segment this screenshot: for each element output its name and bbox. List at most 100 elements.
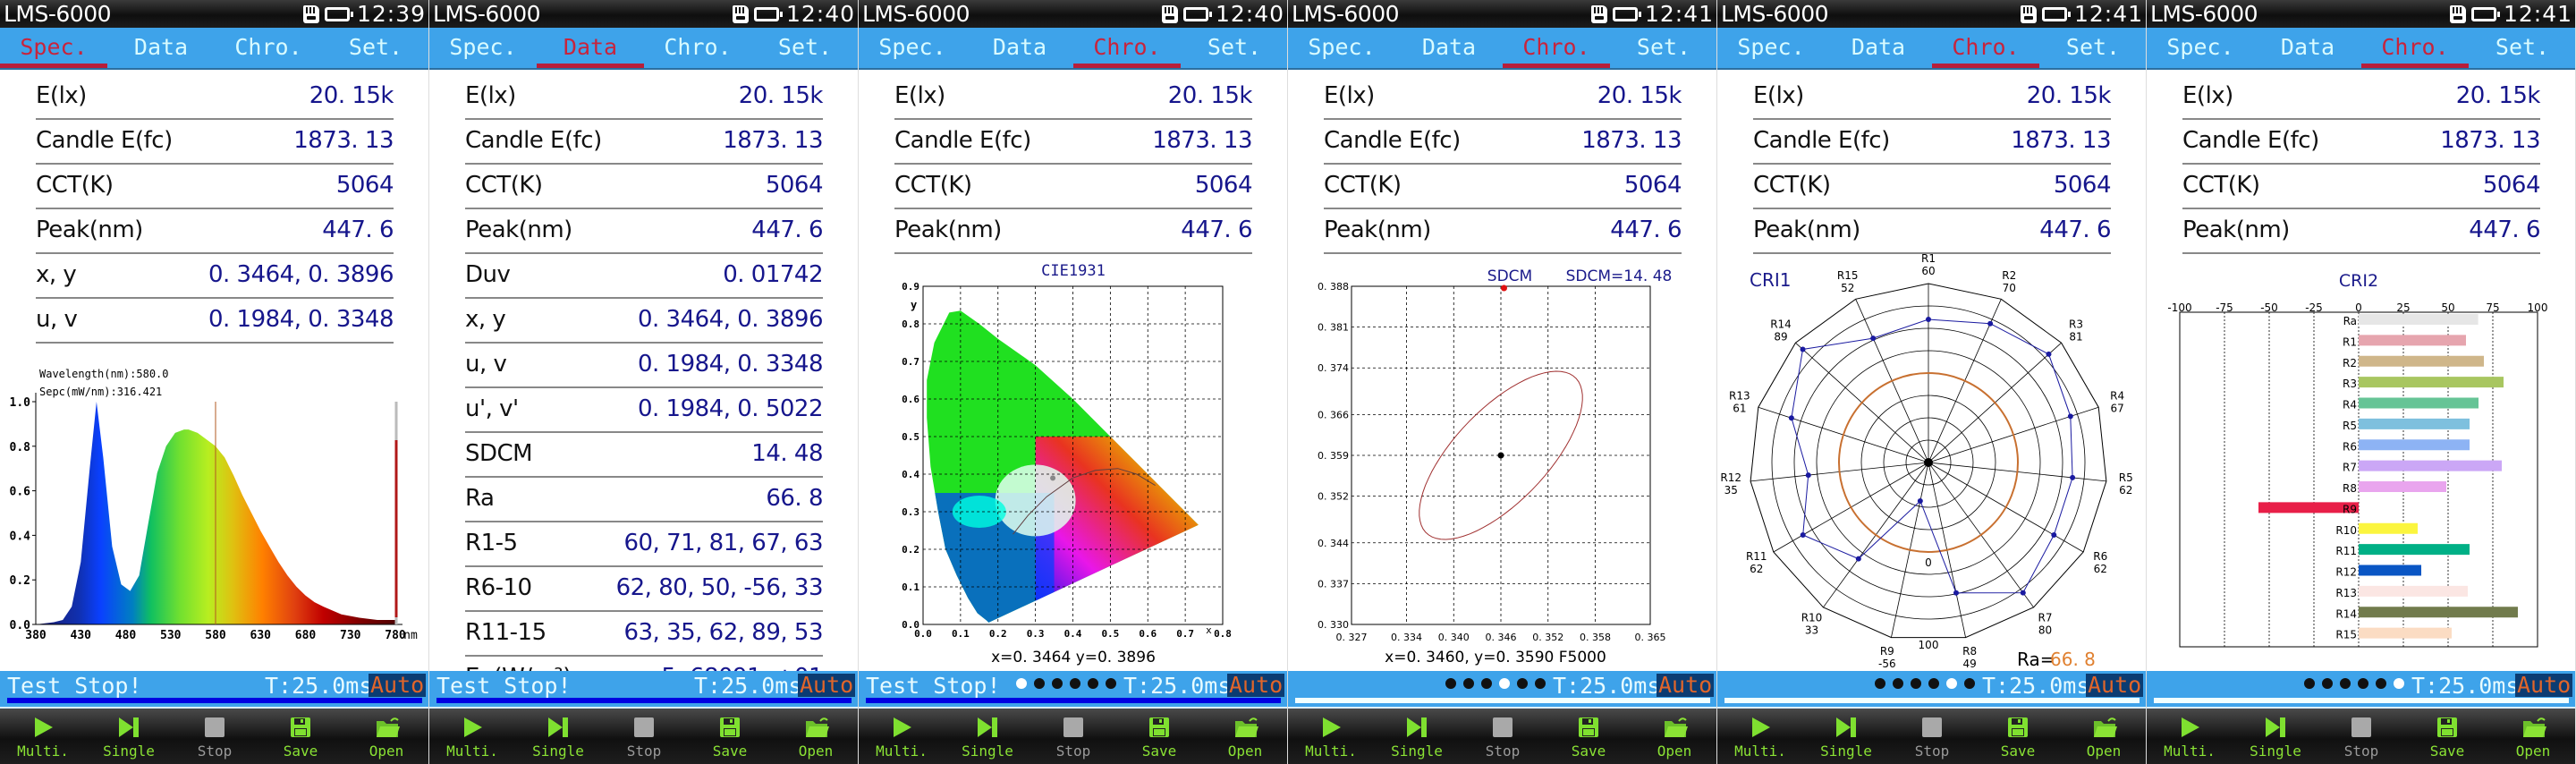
tab-spec[interactable]: Spec. — [0, 28, 107, 70]
open-button[interactable]: Open — [343, 709, 429, 764]
tab-data[interactable]: Data — [1825, 28, 1932, 70]
bar-category-label: R2 — [2343, 357, 2357, 369]
single-button[interactable]: Single — [1374, 709, 1460, 764]
tab-spec[interactable]: Spec. — [1288, 28, 1395, 70]
auto-mode-badge[interactable]: Auto — [798, 674, 856, 697]
page-dot[interactable] — [2340, 678, 2351, 689]
tab-bar: Spec. Data Chro. Set. — [2147, 28, 2576, 70]
save-button[interactable]: Save — [1116, 709, 1202, 764]
stop-button[interactable]: Stop — [1460, 709, 1546, 764]
page-dot[interactable] — [1535, 678, 1546, 689]
save-button[interactable]: Save — [687, 709, 773, 764]
auto-mode-badge[interactable]: Auto — [1227, 674, 1285, 697]
tab-set[interactable]: Set. — [2039, 28, 2147, 70]
multi-button[interactable]: Multi. — [2147, 709, 2233, 764]
sd-card-icon — [2449, 4, 2466, 23]
tab-set[interactable]: Set. — [1610, 28, 1717, 70]
page-dot[interactable] — [1893, 678, 1903, 689]
page-dot[interactable] — [1016, 678, 1027, 689]
tab-spec[interactable]: Spec. — [1717, 28, 1825, 70]
tab-set[interactable]: Set. — [322, 28, 429, 70]
tab-chro[interactable]: Chro. — [1503, 28, 1610, 70]
page-dot[interactable] — [1911, 678, 1921, 689]
page-dot[interactable] — [2322, 678, 2333, 689]
measurement-label: Peak(nm) — [1324, 216, 1431, 243]
page-dot[interactable] — [1088, 678, 1098, 689]
page-dot[interactable] — [1481, 678, 1492, 689]
page-indicator — [1445, 678, 1546, 689]
bottom-toolbar: Multi. Single Stop Save Open — [2147, 707, 2576, 764]
page-dot[interactable] — [2358, 678, 2368, 689]
auto-mode-badge[interactable]: Auto — [2086, 674, 2144, 697]
save-button[interactable]: Save — [2404, 709, 2490, 764]
multi-button[interactable]: Multi. — [0, 709, 86, 764]
progress-bar — [1724, 698, 2140, 703]
stop-button[interactable]: Stop — [172, 709, 258, 764]
multi-button[interactable]: Multi. — [859, 709, 945, 764]
tab-chro[interactable]: Chro. — [215, 28, 322, 70]
tab-set[interactable]: Set. — [751, 28, 859, 70]
page-dot[interactable] — [1463, 678, 1474, 689]
page-dot[interactable] — [2394, 678, 2404, 689]
tab-data[interactable]: Data — [2254, 28, 2361, 70]
multi-button[interactable]: Multi. — [1717, 709, 1803, 764]
stop-button[interactable]: Stop — [601, 709, 687, 764]
multi-button[interactable]: Multi. — [429, 709, 515, 764]
tab-chro[interactable]: Chro. — [644, 28, 751, 70]
integration-time: T:25.0ms — [1982, 673, 2090, 699]
tab-spec[interactable]: Spec. — [859, 28, 966, 70]
auto-mode-badge[interactable]: Auto — [1657, 674, 1715, 697]
page-dot[interactable] — [1499, 678, 1510, 689]
page-dot[interactable] — [1034, 678, 1045, 689]
tab-chro[interactable]: Chro. — [2361, 28, 2469, 70]
page-dot[interactable] — [1928, 678, 1939, 689]
single-button[interactable]: Single — [515, 709, 601, 764]
tab-set[interactable]: Set. — [2469, 28, 2576, 70]
page-dot[interactable] — [1106, 678, 1116, 689]
page-dot[interactable] — [2376, 678, 2386, 689]
folder-open-icon — [1233, 716, 1258, 739]
tab-chro[interactable]: Chro. — [1073, 28, 1181, 70]
open-button[interactable]: Open — [1202, 709, 1288, 764]
tab-data[interactable]: Data — [107, 28, 215, 70]
auto-mode-badge[interactable]: Auto — [2515, 674, 2573, 697]
tab-data[interactable]: Data — [1395, 28, 1503, 70]
tab-set[interactable]: Set. — [1181, 28, 1288, 70]
tab-data[interactable]: Data — [966, 28, 1073, 70]
open-button[interactable]: Open — [2061, 709, 2147, 764]
stop-button[interactable]: Stop — [2318, 709, 2404, 764]
tab-spec[interactable]: Spec. — [429, 28, 537, 70]
multi-button[interactable]: Multi. — [1288, 709, 1374, 764]
tab-spec[interactable]: Spec. — [2147, 28, 2254, 70]
stop-button[interactable]: Stop — [1889, 709, 1975, 764]
page-dot[interactable] — [1070, 678, 1080, 689]
single-button[interactable]: Single — [86, 709, 172, 764]
measurement-row: E(lx) 20. 15k — [1753, 75, 2112, 120]
page-dot[interactable] — [2304, 678, 2315, 689]
open-button[interactable]: Open — [773, 709, 859, 764]
save-button[interactable]: Save — [1546, 709, 1631, 764]
stop-button[interactable]: Stop — [1030, 709, 1116, 764]
open-button[interactable]: Open — [1631, 709, 1717, 764]
single-button[interactable]: Single — [945, 709, 1030, 764]
save-button[interactable]: Save — [1975, 709, 2061, 764]
measurement-label: CCT(K) — [1753, 172, 1831, 199]
auto-mode-badge[interactable]: Auto — [369, 674, 427, 697]
single-button[interactable]: Single — [1803, 709, 1889, 764]
page-dot[interactable] — [1445, 678, 1456, 689]
toolbar-label: Save — [2429, 743, 2465, 760]
tab-chro[interactable]: Chro. — [1932, 28, 2039, 70]
stop-icon — [1491, 716, 1514, 739]
measurement-row: Candle E(fc) 1873. 13 — [36, 120, 394, 165]
progress-bar — [436, 698, 852, 703]
page-dot[interactable] — [1875, 678, 1885, 689]
chart-svg: CIE19310.00.10.20.30.40.50.60.70.80.90.0… — [902, 262, 1232, 666]
tab-data[interactable]: Data — [537, 28, 644, 70]
save-button[interactable]: Save — [258, 709, 343, 764]
open-button[interactable]: Open — [2490, 709, 2576, 764]
page-dot[interactable] — [1946, 678, 1957, 689]
page-dot[interactable] — [1517, 678, 1528, 689]
page-dot[interactable] — [1964, 678, 1975, 689]
page-dot[interactable] — [1052, 678, 1063, 689]
single-button[interactable]: Single — [2233, 709, 2318, 764]
